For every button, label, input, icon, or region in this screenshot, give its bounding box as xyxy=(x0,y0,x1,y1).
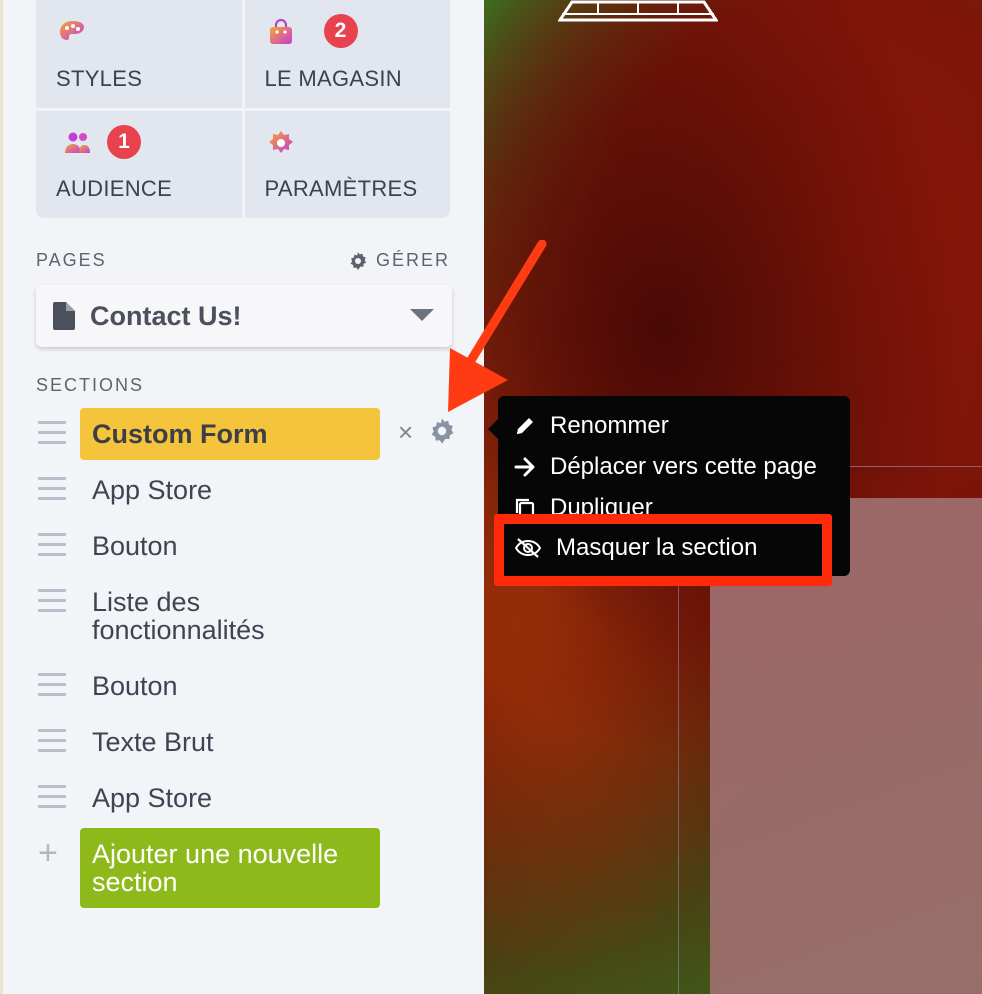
menu-item-duplicate[interactable]: Dupliquer xyxy=(514,494,653,522)
add-section-button[interactable]: Ajouter une nouvelle section xyxy=(80,828,380,908)
menu-item-hide-section[interactable]: Masquer la section xyxy=(514,534,757,562)
tile-audience[interactable]: 1 AUDIENCE xyxy=(36,110,242,218)
document-icon xyxy=(53,302,75,330)
section-texte-brut[interactable]: Texte Brut xyxy=(92,728,214,756)
layout-guide xyxy=(678,560,679,994)
tile-parametres[interactable]: PARAMÈTRES xyxy=(244,110,450,218)
drag-handle-icon[interactable] xyxy=(38,477,66,507)
tile-le-magasin-label: LE MAGASIN xyxy=(264,65,402,91)
audience-notification-badge: 1 xyxy=(107,124,141,159)
close-icon[interactable]: × xyxy=(398,419,413,445)
duplicate-icon xyxy=(515,498,535,519)
sections-heading: SECTIONS xyxy=(36,375,145,395)
drag-handle-icon[interactable] xyxy=(38,589,66,619)
section-custom-form[interactable]: Custom Form xyxy=(80,408,380,460)
section-bouton[interactable]: Bouton xyxy=(92,532,178,560)
drag-handle-icon[interactable] xyxy=(38,421,66,451)
settings-flower-icon xyxy=(268,130,293,153)
section-label: Custom Form xyxy=(92,419,268,449)
menu-item-move[interactable]: Déplacer vers cette page xyxy=(514,453,817,481)
selected-page-value: Contact Us! xyxy=(90,301,242,331)
drag-handle-icon[interactable] xyxy=(38,729,66,759)
logo-fragment xyxy=(558,0,718,22)
main-nav-tiles: STYLES 2 LE MAGASIN 1 AUDIENCE PARAMÈTRE… xyxy=(36,0,450,218)
menu-item-label: Renommer xyxy=(550,412,669,439)
manage-pages-label: GÉRER xyxy=(375,250,450,270)
menu-item-rename[interactable]: Renommer xyxy=(514,412,669,440)
gear-icon xyxy=(350,251,367,270)
drag-handle-icon[interactable] xyxy=(38,785,66,815)
arrow-right-icon xyxy=(514,457,535,477)
menu-pointer xyxy=(488,419,498,439)
menu-item-label: Déplacer vers cette page xyxy=(550,453,817,480)
menu-item-label: Masquer la section xyxy=(556,534,758,561)
palette-icon xyxy=(60,21,84,40)
tile-styles[interactable]: STYLES xyxy=(36,0,242,108)
layout-guide xyxy=(850,466,982,467)
menu-item-label: Dupliquer xyxy=(550,494,653,521)
editor-sidebar: STYLES 2 LE MAGASIN 1 AUDIENCE PARAMÈTRE… xyxy=(0,0,484,994)
section-app-store[interactable]: App Store xyxy=(92,476,212,504)
section-app-store[interactable]: App Store xyxy=(92,784,212,812)
section-bouton[interactable]: Bouton xyxy=(92,672,178,700)
manage-pages-button[interactable]: GÉRER xyxy=(348,250,450,271)
pencil-icon xyxy=(517,418,533,434)
section-context-menu: Renommer Déplacer vers cette page Dupliq… xyxy=(498,396,850,576)
window-edge xyxy=(0,0,3,994)
eye-slash-icon xyxy=(514,538,542,558)
plus-icon: + xyxy=(38,834,58,872)
section-settings-gear-icon[interactable] xyxy=(428,417,456,445)
pages-heading: PAGES xyxy=(36,250,107,270)
add-section-label: Ajouter une nouvelle section xyxy=(92,839,339,897)
tile-audience-label: AUDIENCE xyxy=(56,176,173,201)
store-notification-badge: 2 xyxy=(323,14,358,48)
drag-handle-icon[interactable] xyxy=(38,533,66,563)
shopping-bag-icon xyxy=(269,18,292,44)
page-selector[interactable]: Contact Us! xyxy=(36,285,452,347)
tile-parametres-label: PARAMÈTRES xyxy=(264,176,418,201)
tile-styles-label: STYLES xyxy=(56,65,143,91)
people-icon xyxy=(65,132,90,153)
drag-handle-icon[interactable] xyxy=(38,673,66,703)
chevron-down-icon xyxy=(410,309,434,321)
tile-le-magasin[interactable]: 2 LE MAGASIN xyxy=(244,0,450,108)
section-liste-des-fonctionnalites[interactable]: Liste des fonctionnalités xyxy=(92,588,352,644)
